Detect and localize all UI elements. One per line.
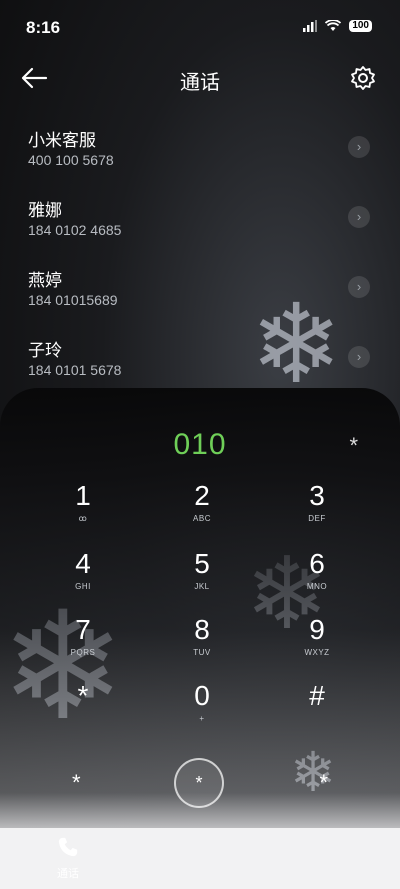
key-digit: 3: [309, 480, 325, 511]
contact-name: 燕婷: [28, 271, 62, 290]
key-digit: 6: [309, 548, 325, 579]
dialed-number: 010: [173, 428, 227, 461]
key-8[interactable]: 8 TUV: [152, 614, 252, 674]
voicemail-icon: ꝏ: [78, 514, 88, 523]
tab-contacts[interactable]: [160, 836, 240, 861]
battery-icon: 100: [349, 20, 372, 32]
asterisk-icon[interactable]: *: [349, 433, 358, 459]
key-digit: 9: [309, 614, 325, 645]
phone-icon: [58, 837, 78, 857]
status-time: 8:16: [26, 18, 61, 37]
contact-name: 子玲: [28, 341, 62, 360]
more-icon: [292, 836, 372, 859]
contacts-icon: [160, 836, 240, 859]
tab-calls[interactable]: 通话: [28, 836, 108, 881]
key-digit: 2: [194, 480, 210, 511]
contact-number: 184 0102 4685: [28, 222, 122, 238]
status-icons: 100: [303, 20, 372, 32]
asterisk-icon[interactable]: *: [72, 770, 81, 796]
key-3[interactable]: 3 DEF: [267, 480, 367, 540]
key-letters: GHI: [75, 582, 91, 591]
top-bar: 通话: [0, 55, 400, 101]
tab-label: 通话: [57, 868, 79, 880]
key-hash[interactable]: #: [267, 680, 367, 740]
key-6[interactable]: 6 MNO: [267, 548, 367, 608]
contact-name: 小米客服: [28, 131, 96, 150]
key-digit: 8: [194, 614, 210, 645]
dialpad-actions: * * *: [0, 758, 400, 818]
key-digit: 4: [75, 548, 91, 579]
contact-number: 400 100 5678: [28, 152, 114, 168]
contact-row[interactable]: 燕婷 184 01015689 ›: [0, 256, 400, 326]
key-5[interactable]: 5 JKL: [152, 548, 252, 608]
key-digit: *: [77, 680, 89, 711]
call-button[interactable]: *: [174, 758, 224, 808]
key-digit: 5: [194, 548, 210, 579]
key-digit: 0: [194, 680, 210, 711]
key-letters: ABC: [193, 514, 211, 523]
key-digit: #: [309, 680, 325, 711]
snowflake-icon[interactable]: *: [319, 770, 328, 796]
dialpad-panel: 010 * 1 ꝏ 2 ABC 3 DEF 4 GHI 5 JKL 6 MNO …: [0, 388, 400, 828]
key-letters: +: [199, 714, 205, 723]
key-star[interactable]: *: [33, 680, 133, 740]
key-0[interactable]: 0 +: [152, 680, 252, 740]
contact-number: 184 0101 5678: [28, 362, 122, 378]
contact-number: 184 01015689: [28, 292, 118, 308]
contact-row[interactable]: 子玲 184 0101 5678 ›: [0, 326, 400, 396]
chevron-right-icon[interactable]: ›: [348, 276, 370, 298]
key-letters: WXYZ: [304, 648, 330, 657]
key-letters: JKL: [194, 582, 210, 591]
bottom-tab-bar: 通话: [0, 828, 400, 889]
key-1[interactable]: 1 ꝏ: [33, 480, 133, 540]
key-7[interactable]: 7 PQRS: [33, 614, 133, 674]
key-letters: MNO: [306, 582, 328, 591]
wifi-icon: [325, 20, 342, 31]
chevron-right-icon[interactable]: ›: [348, 136, 370, 158]
contact-row[interactable]: 小米客服 400 100 5678 ›: [0, 116, 400, 186]
tab-more[interactable]: [292, 836, 372, 861]
key-letters: PQRS: [70, 648, 96, 657]
contact-suggestions: 小米客服 400 100 5678 › 雅娜 184 0102 4685 › 燕…: [0, 116, 400, 396]
chevron-right-icon[interactable]: ›: [348, 346, 370, 368]
gear-icon[interactable]: [350, 65, 376, 91]
contact-row[interactable]: 雅娜 184 0102 4685 ›: [0, 186, 400, 256]
status-bar: 8:16 100: [0, 0, 400, 48]
key-9[interactable]: 9 WXYZ: [267, 614, 367, 674]
key-2[interactable]: 2 ABC: [152, 480, 252, 540]
key-digit: 7: [75, 614, 91, 645]
chevron-right-icon[interactable]: ›: [348, 206, 370, 228]
contact-name: 雅娜: [28, 201, 62, 220]
key-4[interactable]: 4 GHI: [33, 548, 133, 608]
key-digit: 1: [75, 480, 91, 511]
key-letters: TUV: [193, 648, 211, 657]
page-title: 通话: [180, 72, 220, 94]
key-letters: DEF: [308, 514, 326, 523]
signal-icon: [303, 20, 318, 32]
